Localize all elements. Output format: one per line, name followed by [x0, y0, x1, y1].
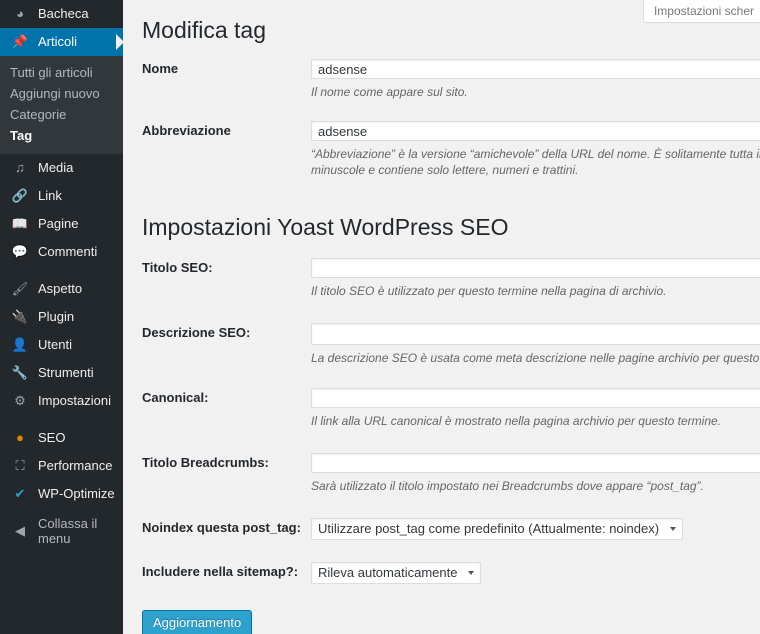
sidebar-item-commenti[interactable]: 💬 Commenti [0, 238, 123, 266]
sidebar-item-utenti[interactable]: 👤 Utenti [0, 331, 123, 359]
sidebar-subitem-aggiungi-nuovo[interactable]: Aggiungi nuovo [0, 83, 123, 104]
field-row-nome: Nome Il nome come appare sul sito. [123, 59, 760, 121]
sidebar-separator [0, 266, 123, 275]
sidebar-item-label: Aspetto [38, 281, 83, 296]
field-row-noindex: Noindex questa post_tag: Utilizzare post… [123, 518, 760, 562]
yoast-section-title: Impostazioni Yoast WordPress SEO [142, 214, 509, 240]
aggiornamento-button[interactable]: Aggiornamento [142, 610, 253, 634]
pages-icon: 📖 [11, 216, 29, 231]
field-abbreviazione: “Abbreviazione” è la versione “amichevol… [311, 121, 760, 178]
desc-nome: Il nome come appare sul sito. [311, 85, 468, 99]
sidebar-item-label: Performance [38, 458, 113, 473]
sidebar-item-impostazioni[interactable]: ⚙ Impostazioni [0, 387, 123, 415]
abbreviazione-input[interactable] [311, 121, 760, 141]
sidebar-item-label: Media [38, 160, 74, 175]
submit-row: Aggiornamento [123, 610, 760, 634]
label-titolo-breadcrumbs: Titolo Breadcrumbs: [142, 455, 269, 470]
sitemap-select-wrap: Rileva automaticamente [311, 562, 481, 584]
media-icon: ♫ [15, 160, 25, 175]
sidebar-separator [0, 415, 123, 424]
field-canonical: Il link alla URL canonical è mostrato ne… [311, 388, 760, 429]
dashboard-icon: ◕ [16, 6, 24, 21]
sidebar-item-link[interactable]: 🔗 Link [0, 182, 123, 210]
yoast-icon: ● [16, 430, 24, 445]
sidebar-item-label: Utenti [38, 337, 72, 352]
field-titolo-seo: Il titolo SEO è utilizzato per questo te… [311, 258, 760, 299]
label-noindex: Noindex questa post_tag: [142, 520, 301, 535]
noindex-select-wrap: Utilizzare post_tag come predefinito (At… [311, 518, 683, 540]
sidebar-item-bacheca[interactable]: ◕ Bacheca [0, 0, 123, 28]
sidebar-item-label: Plugin [38, 309, 75, 324]
sidebar-item-media[interactable]: ♫ Media [0, 154, 123, 182]
sidebar-item-label: Articoli [38, 34, 78, 49]
sidebar-item-articoli[interactable]: 📌 Articoli [0, 28, 123, 56]
collapse-icon: ◀ [15, 523, 25, 538]
sidebar-item-pagine[interactable]: 📖 Pagine [0, 210, 123, 238]
sidebar-item-label: Pagine [38, 216, 79, 231]
field-row-canonical: Canonical: Il link alla URL canonical è … [123, 388, 760, 453]
label-sitemap: Includere nella sitemap?: [142, 564, 299, 579]
sidebar-subitem-tag[interactable]: Tag [0, 125, 123, 146]
sliders-icon: ⚙ [14, 393, 26, 408]
label-canonical: Canonical: [142, 390, 209, 405]
screen-options-tab[interactable]: Impostazioni scher [642, 0, 760, 23]
sidebar-subitem-categorie[interactable]: Categorie [0, 104, 123, 125]
sidebar-subitem-tutti-gli-articoli[interactable]: Tutti gli articoli [0, 62, 123, 83]
sidebar-item-label: Strumenti [38, 365, 94, 380]
desc-canonical: Il link alla URL canonical è mostrato ne… [311, 414, 721, 428]
plug-icon: 🔌 [11, 309, 29, 324]
label-titolo-seo: Titolo SEO: [142, 260, 213, 275]
main-content: Impostazioni scher Modifica tag Nome Il … [123, 0, 760, 634]
descrizione-seo-input[interactable] [311, 323, 760, 345]
label-descrizione-seo: Descrizione SEO: [142, 325, 251, 340]
desc-descrizione-seo: La descrizione SEO è usata come meta des… [311, 351, 760, 365]
field-descrizione-seo: La descrizione SEO è usata come meta des… [311, 323, 760, 366]
sidebar-item-label: Link [38, 188, 62, 203]
sidebar-item-label: WP-Optimize [38, 486, 115, 501]
desc-titolo-seo: Il titolo SEO è utilizzato per questo te… [311, 284, 667, 298]
wrench-icon: 🔧 [11, 365, 29, 380]
field-row-sitemap: Includere nella sitemap?: Rileva automat… [123, 562, 760, 610]
sidebar-item-label: Impostazioni [38, 393, 111, 408]
screen-meta-links: Impostazioni scher [642, 0, 760, 23]
sidebar-item-label: SEO [38, 430, 66, 445]
field-row-titolo-breadcrumbs: Titolo Breadcrumbs: Sarà utilizzato il t… [123, 453, 760, 518]
desc-abbreviazione: “Abbreviazione” è la versione “amichevol… [311, 147, 760, 177]
sidebar-item-strumenti[interactable]: 🔧 Strumenti [0, 359, 123, 387]
admin-sidebar: ◕ Bacheca 📌 Articoli Tutti gli articoli … [0, 0, 123, 634]
field-row-descrizione-seo: Descrizione SEO: La descrizione SEO è us… [123, 323, 760, 388]
collapse-menu-button[interactable]: ◀ Collassa il menu [0, 516, 123, 546]
comment-icon: 💬 [11, 244, 29, 259]
titolo-seo-input[interactable] [311, 258, 760, 278]
pin-icon: 📌 [11, 34, 29, 49]
field-nome: Il nome come appare sul sito. [311, 59, 760, 100]
field-row-titolo-seo: Titolo SEO: Il titolo SEO è utilizzato p… [123, 258, 760, 323]
sidebar-item-wp-optimize[interactable]: ✔ WP-Optimize [0, 480, 123, 508]
sidebar-submenu-articoli: Tutti gli articoli Aggiungi nuovo Catego… [0, 56, 123, 154]
field-titolo-breadcrumbs: Sarà utilizzato il titolo impostato nei … [311, 453, 760, 494]
field-sitemap: Rileva automaticamente [311, 562, 760, 584]
titolo-breadcrumbs-input[interactable] [311, 453, 760, 473]
user-icon: 👤 [11, 337, 29, 352]
sidebar-item-label: Commenti [38, 244, 98, 259]
cube-icon: ⛶ [15, 458, 25, 473]
check-circle-icon: ✔ [14, 486, 26, 501]
noindex-select[interactable]: Utilizzare post_tag come predefinito (At… [311, 518, 683, 540]
label-abbreviazione: Abbreviazione [142, 123, 231, 138]
field-noindex: Utilizzare post_tag come predefinito (At… [311, 518, 760, 540]
sidebar-item-performance[interactable]: ⛶ Performance [0, 452, 123, 480]
field-row-abbreviazione: Abbreviazione “Abbreviazione” è la versi… [123, 121, 760, 199]
sidebar-item-seo[interactable]: ● SEO [0, 424, 123, 452]
sidebar-item-aspetto[interactable]: 🖌 Aspetto [0, 275, 123, 303]
brush-icon: 🖌 [11, 281, 29, 296]
sitemap-select[interactable]: Rileva automaticamente [311, 562, 481, 584]
label-nome: Nome [142, 61, 179, 76]
link-icon: 🔗 [11, 188, 29, 203]
sidebar-item-label: Bacheca [38, 6, 89, 21]
collapse-menu-label: Collassa il menu [38, 516, 98, 546]
canonical-input[interactable] [311, 388, 760, 408]
nome-input[interactable] [311, 59, 760, 79]
sidebar-item-plugin[interactable]: 🔌 Plugin [0, 303, 123, 331]
desc-titolo-breadcrumbs: Sarà utilizzato il titolo impostato nei … [311, 479, 704, 493]
